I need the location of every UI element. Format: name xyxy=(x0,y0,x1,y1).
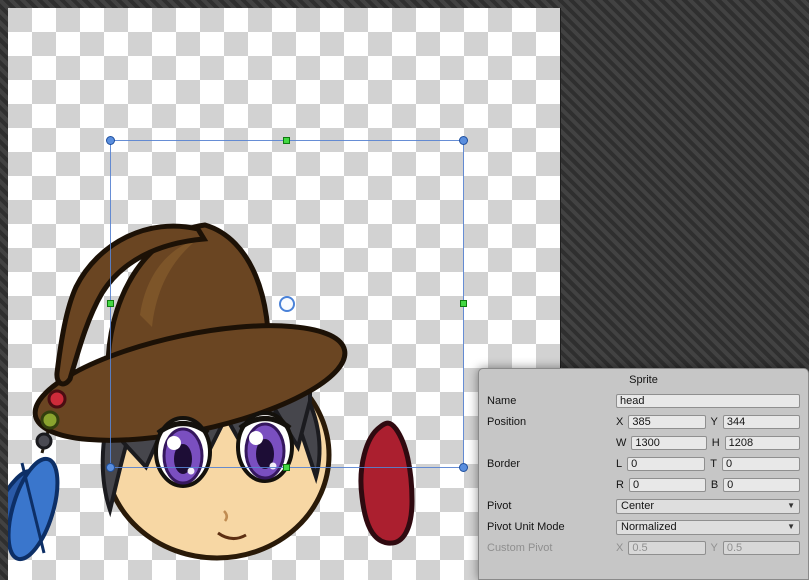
border-t-label: T xyxy=(710,458,717,470)
position-x-field[interactable]: 385 xyxy=(628,415,705,429)
selection-handle-top-left[interactable] xyxy=(106,136,115,145)
name-label: Name xyxy=(487,395,616,407)
pivot-row: Pivot Center ▼ xyxy=(487,498,800,514)
border-l-field[interactable]: 0 xyxy=(627,457,705,471)
pivot-unit-mode-label: Pivot Unit Mode xyxy=(487,521,616,533)
pivot-dropdown[interactable]: Center ▼ xyxy=(616,499,800,514)
border-b-label: B xyxy=(711,479,718,491)
position-w-field[interactable]: 1300 xyxy=(631,436,706,450)
sprite-inspector-panel: Sprite Name head Position X 385 Y 344 W … xyxy=(478,368,809,580)
pivot-unit-mode-value: Normalized xyxy=(621,520,677,534)
custom-pivot-row: Custom Pivot X 0.5 Y 0.5 xyxy=(487,540,800,556)
border-l-label: L xyxy=(616,458,622,470)
custom-pivot-label: Custom Pivot xyxy=(487,542,616,554)
border-b-field[interactable]: 0 xyxy=(723,478,800,492)
pivot-unit-mode-dropdown[interactable]: Normalized ▼ xyxy=(616,520,800,535)
position-h-label: H xyxy=(712,437,720,449)
name-row: Name head xyxy=(487,393,800,409)
selection-handle-left-mid[interactable] xyxy=(107,300,114,307)
name-field[interactable]: head xyxy=(616,394,800,408)
border-t-field[interactable]: 0 xyxy=(722,457,800,471)
border-row-lt: Border L 0 T 0 xyxy=(487,456,800,472)
chevron-down-icon: ▼ xyxy=(787,523,795,531)
border-r-label: R xyxy=(616,479,624,491)
sprite-editor-window: Sprite Name head Position X 385 Y 344 W … xyxy=(0,0,809,580)
position-label: Position xyxy=(487,416,616,428)
pivot-dropdown-value: Center xyxy=(621,499,654,513)
position-w-label: W xyxy=(616,437,626,449)
selection-handle-right-mid[interactable] xyxy=(460,300,467,307)
position-row-xy: Position X 385 Y 344 xyxy=(487,414,800,430)
border-row-rb: R 0 B 0 xyxy=(487,477,800,493)
chevron-down-icon: ▼ xyxy=(787,502,795,510)
feather xyxy=(8,453,67,564)
position-x-label: X xyxy=(616,416,623,428)
custom-pivot-x-label: X xyxy=(616,542,623,554)
selection-handle-bottom-right[interactable] xyxy=(459,463,468,472)
border-r-field[interactable]: 0 xyxy=(629,478,706,492)
selection-handle-top-right[interactable] xyxy=(459,136,468,145)
custom-pivot-y-label: Y xyxy=(711,542,718,554)
position-y-label: Y xyxy=(711,416,718,428)
panel-title: Sprite xyxy=(479,373,808,388)
position-row-wh: W 1300 H 1208 xyxy=(487,435,800,451)
position-h-field[interactable]: 1208 xyxy=(725,436,800,450)
selection-handle-bottom-left[interactable] xyxy=(106,463,115,472)
border-label: Border xyxy=(487,458,616,470)
selection-handle-top-mid[interactable] xyxy=(283,137,290,144)
selection-handle-bottom-mid[interactable] xyxy=(283,464,290,471)
pivot-handle[interactable] xyxy=(279,296,295,312)
custom-pivot-y-field: 0.5 xyxy=(723,541,800,555)
pivot-unit-mode-row: Pivot Unit Mode Normalized ▼ xyxy=(487,519,800,535)
custom-pivot-x-field: 0.5 xyxy=(628,541,705,555)
sprite-selection-rect[interactable] xyxy=(110,140,464,468)
pivot-label: Pivot xyxy=(487,500,616,512)
position-y-field[interactable]: 344 xyxy=(723,415,800,429)
